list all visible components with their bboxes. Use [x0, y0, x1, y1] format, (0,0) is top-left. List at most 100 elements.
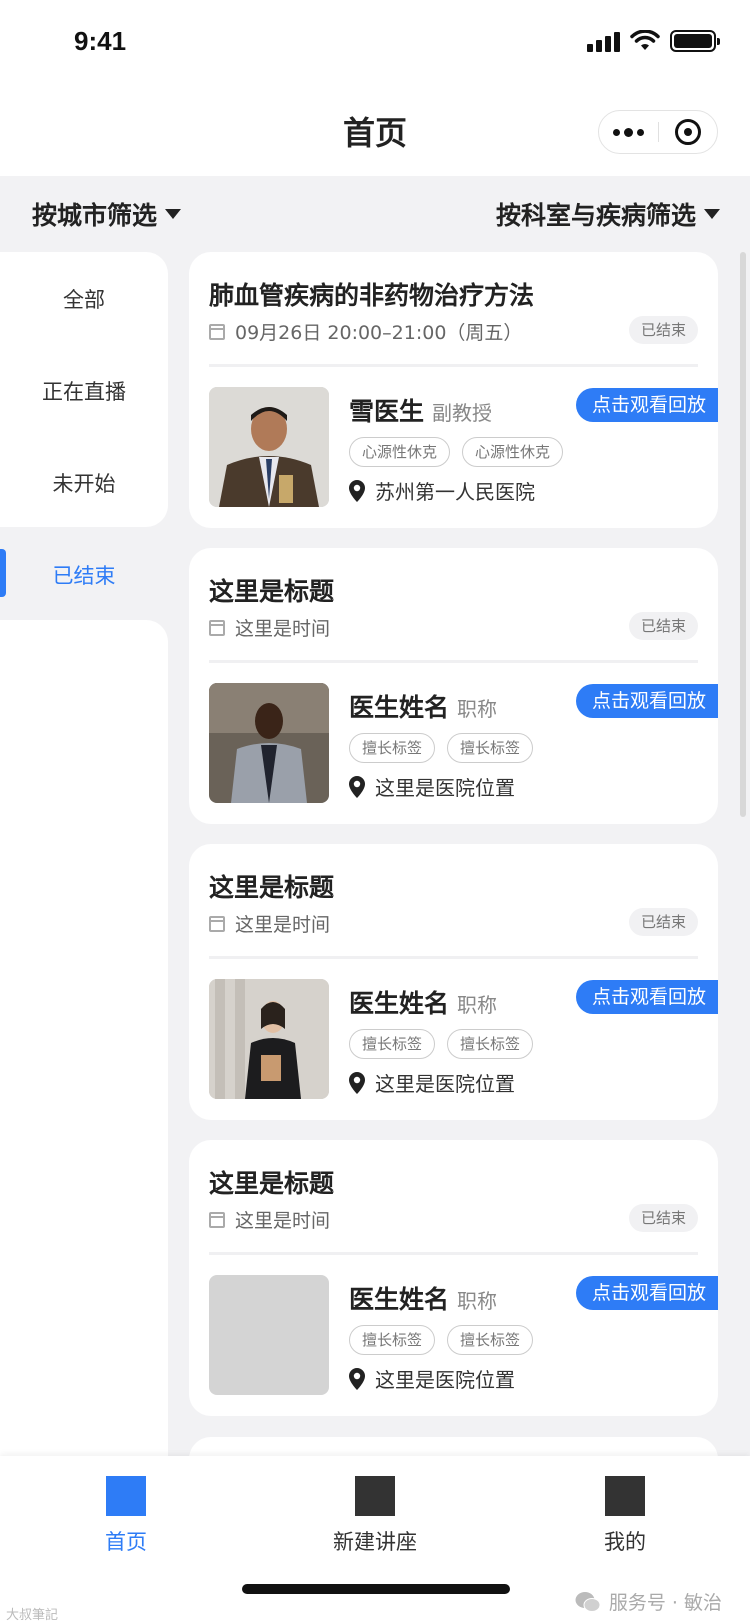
hospital-location: 这里是医院位置	[349, 1068, 515, 1097]
doctor-photo	[209, 683, 329, 803]
doctor-name: 雪医生 副教授	[349, 392, 492, 428]
status-icons	[587, 30, 720, 52]
specialty-tag: 擅长标签	[349, 1325, 436, 1355]
filter-bar: 按城市筛选 按科室与疾病筛选	[0, 176, 750, 252]
specialty-tag: 擅长标签	[349, 733, 436, 763]
hospital-location: 这里是医院位置	[349, 772, 515, 801]
signal-icon	[587, 30, 620, 52]
sidebar-item-upcoming[interactable]: 未开始	[0, 468, 168, 498]
location-pin-icon	[349, 775, 365, 798]
lecture-time: 这里是时间	[209, 1206, 330, 1233]
sidebar-item-ended[interactable]: 已结束	[0, 560, 168, 590]
sidebar-item-live[interactable]: 正在直播	[0, 376, 168, 406]
tab-new-lecture[interactable]: 新建讲座	[315, 1476, 435, 1556]
doctor-name-text: 医生姓名	[349, 1285, 450, 1314]
lecture-time-text: 这里是时间	[235, 1210, 331, 1232]
watermark-text: 服务号 · 敏治	[608, 1592, 722, 1614]
watch-replay-button[interactable]: 点击观看回放	[575, 1276, 718, 1310]
specialty-tags: 心源性休克 心源性休克	[349, 437, 564, 467]
tab-label: 我的	[604, 1530, 646, 1554]
card-divider	[209, 1252, 698, 1255]
specialty-tags: 擅长标签 擅长标签	[349, 1325, 534, 1355]
doctor-name-text: 雪医生	[349, 397, 425, 426]
status-bar: 9:41	[0, 0, 750, 88]
specialty-tag: 擅长标签	[349, 1029, 436, 1059]
sidebar-panel-lower	[0, 620, 168, 1460]
lecture-time-text: 09月26日 20:00–21:00（周五）	[235, 322, 523, 344]
location-pin-icon	[349, 1071, 365, 1094]
sidebar-item-all[interactable]: 全部	[0, 284, 168, 314]
status-time: 9:41	[74, 26, 127, 56]
nav-bar: 首页	[0, 88, 750, 176]
city-filter-dropdown[interactable]: 按城市筛选	[32, 196, 182, 232]
card-divider	[209, 660, 698, 663]
doctor-title: 职称	[457, 993, 498, 1017]
doctor-title: 副教授	[432, 401, 493, 425]
lecture-card[interactable]: 肺血管疾病的非药物治疗方法 09月26日 20:00–21:00（周五） 已结束…	[189, 252, 718, 528]
lecture-card[interactable]: 这里是标题 这里是时间 已结束 医生姓名 职称 点击观看回放 擅长标签 擅长标签 …	[189, 844, 718, 1120]
lecture-card[interactable]: 这里是标题 这里是时间 已结束 医生姓名 职称 点击观看回放 擅长标签 擅长标签 …	[189, 1140, 718, 1416]
doctor-title: 职称	[457, 697, 498, 721]
wechat-icon	[575, 1591, 601, 1612]
specialty-tag: 擅长标签	[447, 1029, 534, 1059]
corner-watermark: 大叔筆記	[6, 1608, 59, 1623]
watch-replay-button[interactable]: 点击观看回放	[575, 684, 718, 718]
home-tab-icon	[106, 1476, 146, 1516]
location-pin-icon	[349, 479, 365, 502]
hospital-location: 苏州第一人民医院	[349, 476, 535, 505]
lecture-time: 这里是时间	[209, 614, 330, 641]
calendar-icon	[209, 619, 225, 636]
calendar-icon	[209, 915, 225, 932]
lecture-title: 这里是标题	[209, 1169, 335, 1198]
status-badge: 已结束	[628, 908, 698, 936]
tab-label: 首页	[105, 1530, 147, 1554]
lecture-time-text: 这里是时间	[235, 618, 331, 640]
watch-replay-button[interactable]: 点击观看回放	[575, 980, 718, 1014]
watermark: 服务号 · 敏治	[575, 1588, 722, 1615]
wifi-icon	[630, 30, 660, 50]
calendar-icon	[209, 323, 225, 340]
specialty-tags: 擅长标签 擅长标签	[349, 1029, 534, 1059]
scrollbar[interactable]	[740, 252, 746, 817]
miniprogram-capsule	[598, 110, 718, 154]
tab-mine[interactable]: 我的	[565, 1476, 685, 1556]
doctor-name: 医生姓名 职称	[349, 1280, 497, 1316]
status-badge: 已结束	[628, 1204, 698, 1232]
doctor-photo	[209, 387, 329, 507]
new-lecture-tab-icon	[355, 1476, 395, 1516]
more-icon[interactable]	[599, 127, 658, 137]
caret-down-icon	[704, 209, 720, 219]
doctor-name: 医生姓名 职称	[349, 984, 497, 1020]
lecture-title: 肺血管疾病的非药物治疗方法	[209, 281, 535, 310]
department-filter-label: 按科室与疾病筛选	[495, 201, 696, 230]
lecture-time-text: 这里是时间	[235, 914, 331, 936]
specialty-tag: 心源性休克	[462, 437, 564, 467]
lecture-title: 这里是标题	[209, 873, 335, 902]
specialty-tags: 擅长标签 擅长标签	[349, 733, 534, 763]
doctor-name-text: 医生姓名	[349, 989, 450, 1018]
tab-bar: 首页 新建讲座 我的 服务号 · 敏治 大叔筆記	[0, 1456, 750, 1624]
card-divider	[209, 956, 698, 959]
hospital-text: 这里是医院位置	[375, 1368, 515, 1392]
department-filter-dropdown[interactable]: 按科室与疾病筛选	[496, 196, 720, 232]
location-pin-icon	[349, 1367, 365, 1390]
status-badge: 已结束	[628, 612, 698, 640]
lecture-time: 09月26日 20:00–21:00（周五）	[209, 318, 522, 345]
doctor-name: 医生姓名 职称	[349, 688, 497, 724]
lecture-time: 这里是时间	[209, 910, 330, 937]
hospital-text: 这里是医院位置	[375, 1072, 515, 1096]
hospital-text: 这里是医院位置	[375, 776, 515, 800]
doctor-photo-placeholder	[209, 1275, 329, 1395]
mine-tab-icon	[605, 1476, 645, 1516]
close-miniprogram-icon[interactable]	[659, 119, 718, 145]
doctor-photo	[209, 979, 329, 1099]
hospital-location: 这里是医院位置	[349, 1364, 515, 1393]
lecture-card[interactable]: 这里是标题 这里是时间 已结束 医生姓名 职称 点击观看回放 擅长标签 擅长标签 …	[189, 548, 718, 824]
calendar-icon	[209, 1211, 225, 1228]
hospital-text: 苏州第一人民医院	[375, 480, 535, 504]
doctor-name-text: 医生姓名	[349, 693, 450, 722]
tab-home[interactable]: 首页	[66, 1476, 186, 1556]
watch-replay-button[interactable]: 点击观看回放	[575, 388, 718, 422]
specialty-tag: 心源性休克	[349, 437, 451, 467]
doctor-title: 职称	[457, 1289, 498, 1313]
